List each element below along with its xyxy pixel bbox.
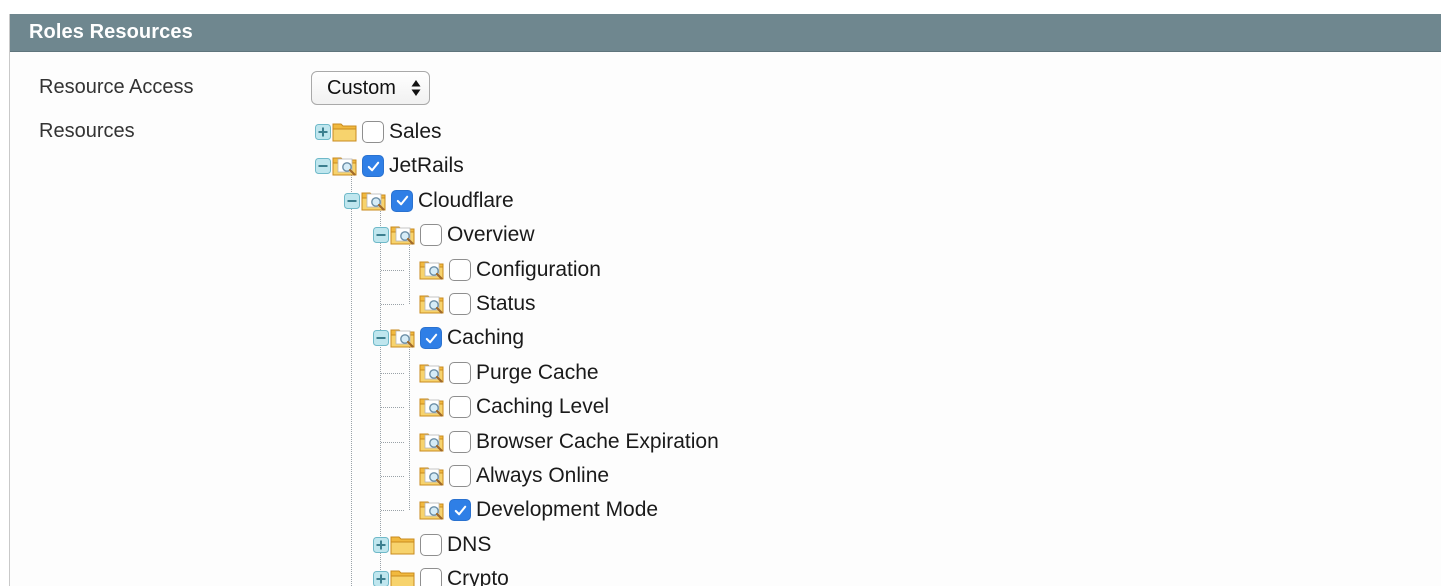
- checkmark-icon: [367, 161, 379, 172]
- minus-square-icon[interactable]: [373, 330, 389, 347]
- folder-search-icon: [332, 157, 357, 176]
- resource-tree: Sales JetRails Cloudflare Overview Configura…: [10, 14, 1441, 586]
- tree-node[interactable]: Always Online: [419, 461, 609, 491]
- tree-node[interactable]: Cloudflare: [344, 186, 514, 216]
- tree-node-label: Caching Level: [476, 395, 610, 419]
- resource-checkbox[interactable]: [449, 293, 471, 315]
- tree-node[interactable]: Overview: [373, 220, 535, 250]
- tree-node[interactable]: DNS: [373, 530, 491, 560]
- folder-search-icon: [419, 364, 444, 383]
- tree-node[interactable]: Development Mode: [419, 495, 658, 525]
- tree-connector-horizontal: [381, 372, 404, 374]
- minus-square-icon[interactable]: [344, 192, 360, 209]
- tree-node-label: Sales: [389, 120, 442, 143]
- tree-connector-horizontal: [381, 304, 404, 305]
- tree-connector-horizontal: [381, 441, 404, 443]
- folder-search-icon: [419, 261, 444, 280]
- folder-search-icon: [419, 433, 444, 452]
- minus-square-icon[interactable]: [315, 158, 331, 175]
- tree-node[interactable]: Crypto: [373, 564, 509, 586]
- tree-node[interactable]: Browser Cache Expiration: [419, 427, 719, 457]
- resource-checkbox[interactable]: [449, 465, 471, 487]
- resource-checkbox[interactable]: [420, 327, 442, 350]
- folder-icon: [390, 570, 415, 586]
- resource-checkbox[interactable]: [362, 121, 384, 143]
- tree-node-label: Overview: [447, 223, 535, 247]
- roles-resources-panel: Roles Resources Resource Access Custom R…: [9, 14, 1441, 586]
- tree-node-label: DNS: [447, 532, 492, 556]
- tree-node-label: Development Mode: [476, 498, 659, 522]
- tree-connector-vertical: [409, 346, 410, 511]
- checkmark-icon: [425, 333, 437, 344]
- tree-node-label: Crypto: [447, 567, 509, 586]
- plus-square-icon[interactable]: [373, 536, 389, 553]
- folder-search-icon: [419, 295, 444, 314]
- tree-connector-vertical: [351, 174, 352, 586]
- resource-checkbox[interactable]: [391, 189, 413, 212]
- tree-node-label: Cloudflare: [418, 188, 514, 212]
- tree-node[interactable]: Caching: [373, 323, 524, 353]
- tree-connector-horizontal: [381, 510, 404, 512]
- resource-checkbox[interactable]: [449, 499, 471, 522]
- folder-search-icon: [419, 467, 444, 486]
- tree-node-label: Always Online: [476, 464, 610, 487]
- checkmark-icon: [396, 196, 408, 206]
- checkmark-icon: [454, 505, 466, 516]
- tree-connector-horizontal: [381, 476, 404, 477]
- tree-node-label: JetRails: [389, 154, 464, 178]
- plus-square-icon[interactable]: [373, 571, 389, 586]
- resource-checkbox[interactable]: [449, 396, 471, 419]
- resource-checkbox[interactable]: [420, 533, 442, 556]
- tree-connector-horizontal: [381, 269, 404, 271]
- folder-search-icon: [390, 329, 415, 348]
- minus-square-icon[interactable]: [373, 227, 389, 244]
- resource-checkbox[interactable]: [449, 258, 471, 281]
- tree-node-label: Status: [476, 292, 536, 315]
- tree-node[interactable]: Caching Level: [419, 392, 609, 422]
- tree-node[interactable]: Status: [419, 289, 536, 319]
- tree-node[interactable]: Sales: [315, 117, 442, 147]
- folder-icon: [390, 536, 415, 555]
- tree-node-label: Configuration: [476, 257, 601, 281]
- folder-icon: [332, 123, 357, 142]
- tree-node[interactable]: Configuration: [419, 255, 601, 285]
- folder-search-icon: [419, 398, 444, 417]
- tree-connector-horizontal: [381, 407, 404, 409]
- resource-checkbox[interactable]: [362, 155, 384, 178]
- folder-search-icon: [390, 226, 415, 245]
- tree-node-label: Caching: [447, 326, 525, 350]
- resource-checkbox[interactable]: [449, 361, 471, 384]
- tree-node[interactable]: JetRails: [315, 151, 464, 181]
- tree-connector-vertical: [409, 243, 410, 304]
- folder-search-icon: [361, 192, 386, 211]
- tree-node[interactable]: Purge Cache: [419, 358, 599, 388]
- resource-checkbox[interactable]: [420, 568, 442, 586]
- folder-search-icon: [419, 501, 444, 520]
- plus-square-icon[interactable]: [315, 124, 331, 140]
- resource-checkbox[interactable]: [420, 224, 442, 247]
- tree-node-label: Purge Cache: [476, 360, 599, 384]
- resource-checkbox[interactable]: [449, 430, 471, 453]
- tree-node-label: Browser Cache Expiration: [476, 429, 719, 453]
